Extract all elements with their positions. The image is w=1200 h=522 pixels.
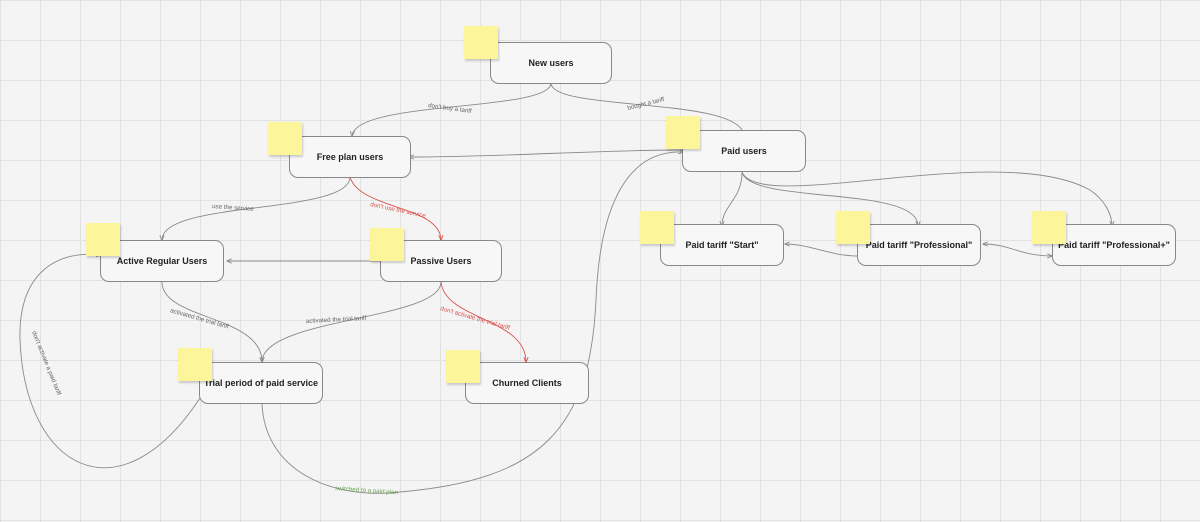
sticky-note-paid-users[interactable]: [666, 116, 700, 149]
sticky-note-active-users[interactable]: [86, 223, 120, 256]
sticky-note-free-plan[interactable]: [268, 122, 302, 155]
node-tariff-professional-plus[interactable]: Paid tariff "Professional+": [1052, 224, 1176, 266]
edge-paid-to-start[interactable]: [722, 171, 743, 226]
sticky-note-professional-plus[interactable]: [1032, 211, 1066, 244]
edge-label-dont-use-service: don't use the service: [370, 201, 427, 220]
sticky-note-professional[interactable]: [836, 211, 870, 244]
edge-label-dont-buy: don't buy a tariff: [428, 102, 473, 115]
node-trial-period[interactable]: Trial period of paid service: [199, 362, 323, 404]
edge-label-bought: bought a tariff: [627, 96, 666, 112]
node-free-plan-users[interactable]: Free plan users: [289, 136, 411, 178]
sticky-note-new-users[interactable]: [464, 26, 498, 59]
edge-paid-to-free[interactable]: [409, 149, 684, 157]
sticky-note-trial-period[interactable]: [178, 348, 212, 381]
edge-free-to-active[interactable]: [162, 176, 351, 240]
node-paid-users[interactable]: Paid users: [682, 130, 806, 172]
edge-new-to-paid[interactable]: [550, 82, 744, 136]
sticky-note-churned[interactable]: [446, 350, 480, 383]
node-tariff-start[interactable]: Paid tariff "Start": [660, 224, 784, 266]
sticky-note-passive-users[interactable]: [370, 228, 404, 261]
edge-professional-to-start[interactable]: [785, 244, 859, 257]
edge-label-activated-trial-1: activated the trial tariff: [169, 307, 229, 330]
edge-paid-to-professional[interactable]: [741, 171, 918, 226]
node-churned-clients[interactable]: Churned Clients: [465, 362, 589, 404]
edge-label-dont-activate-paid: don't activate a paid tariff: [30, 330, 62, 396]
edge-label-use-service: use the service: [212, 203, 255, 213]
whiteboard-canvas[interactable]: don't buy a tariff bought a tariff use t…: [0, 0, 1200, 522]
node-new-users[interactable]: New users: [490, 42, 612, 84]
node-tariff-professional[interactable]: Paid tariff "Professional": [857, 224, 981, 266]
edge-label-dont-activate-trial: don't activate the trial tariff: [439, 305, 510, 332]
edge-professional-plus-to-professional[interactable]: [983, 244, 1052, 256]
edge-label-switched-paid: switched to a paid plan: [335, 485, 399, 496]
sticky-note-start[interactable]: [640, 211, 674, 244]
